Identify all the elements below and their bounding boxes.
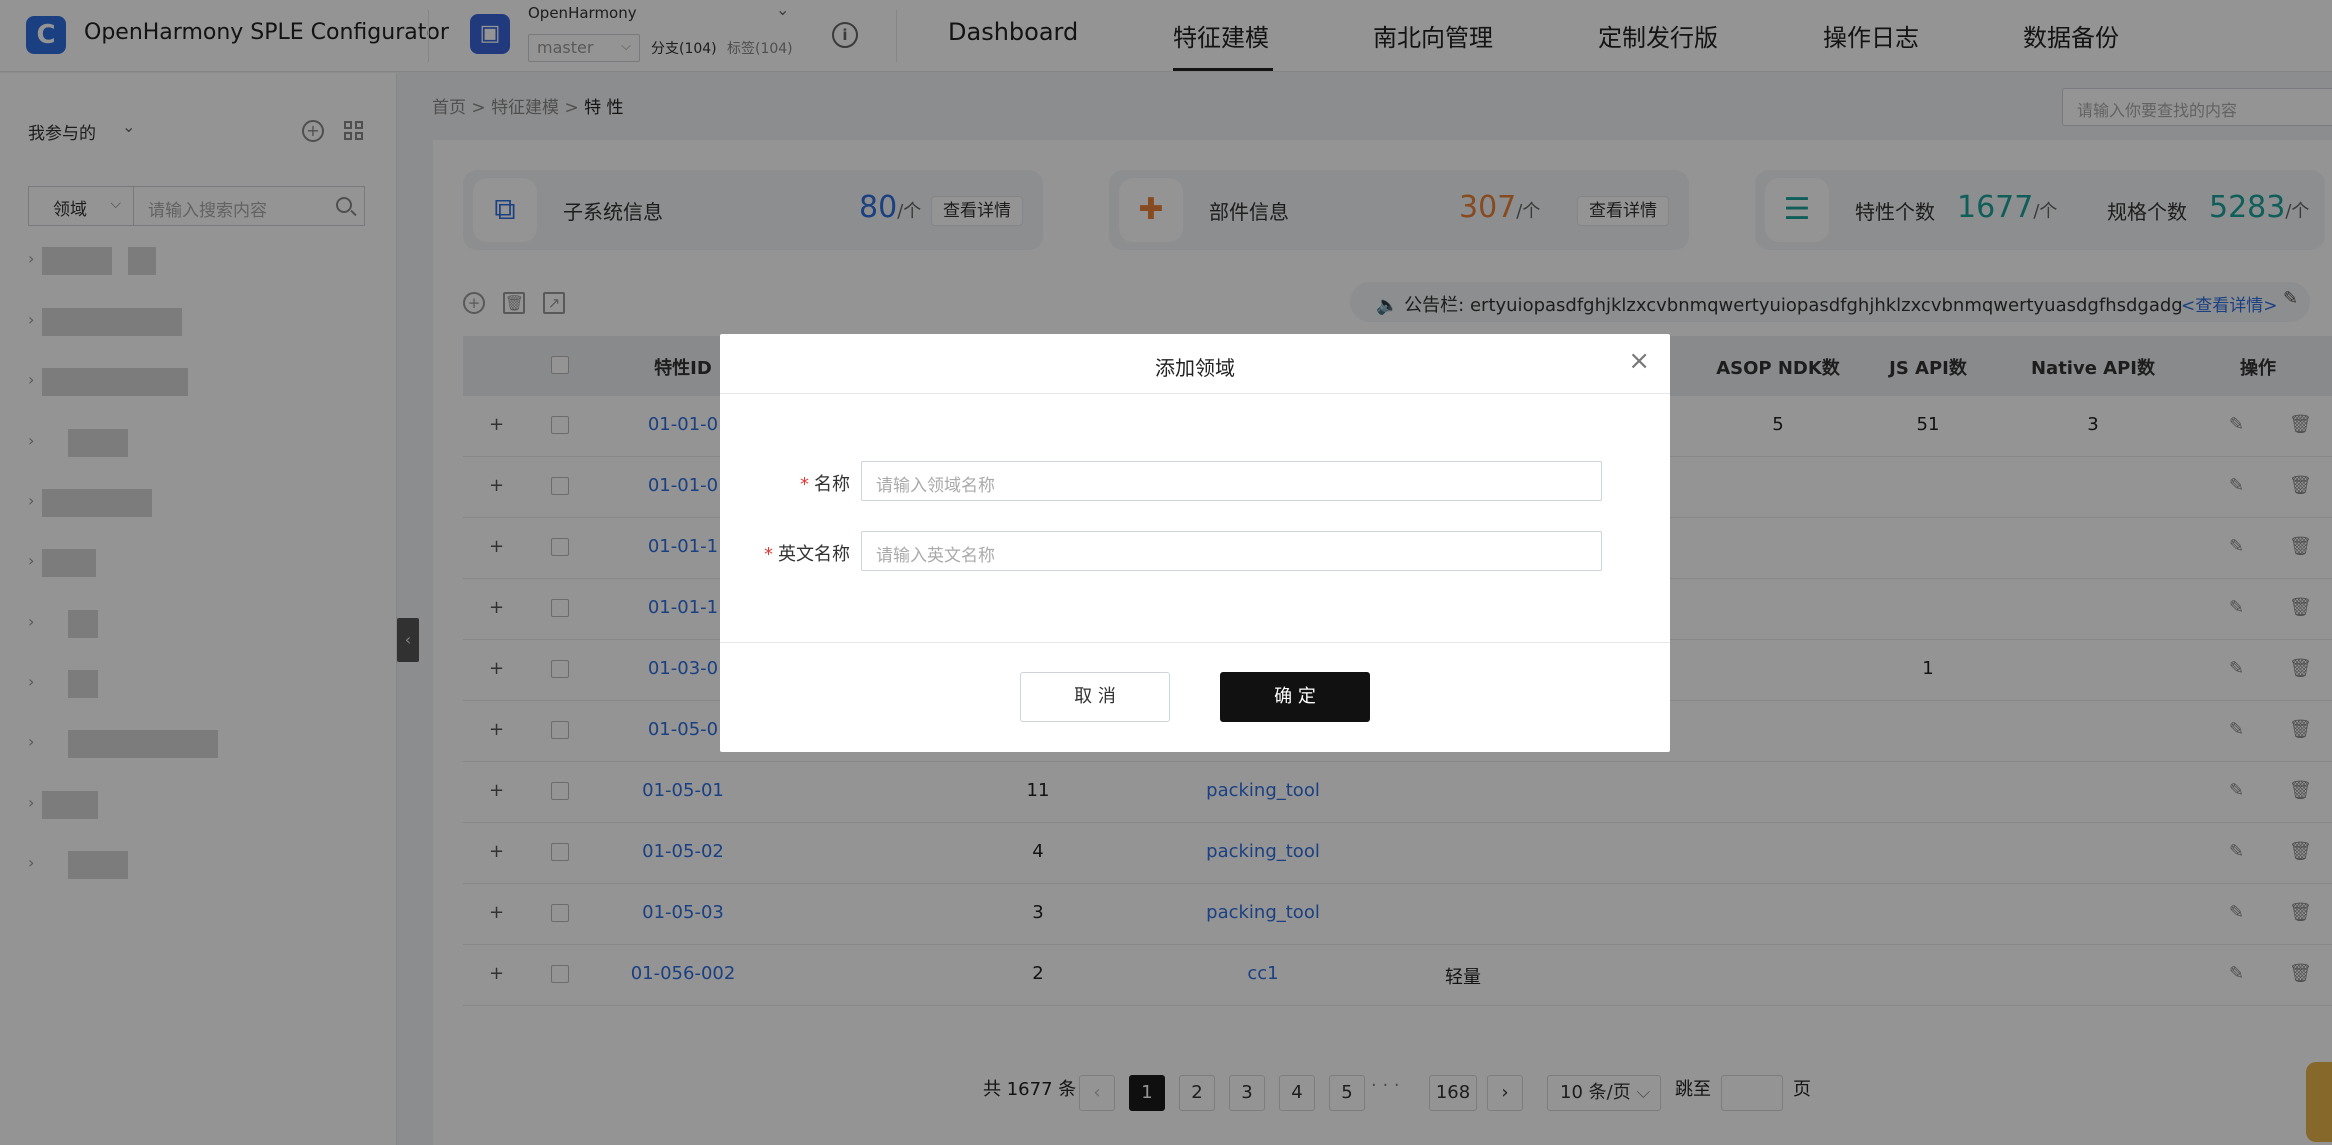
confirm-button[interactable]: 确 定 <box>1220 672 1370 722</box>
required-marker: * <box>800 474 809 495</box>
domain-name-input[interactable]: 请输入领域名称 <box>861 461 1602 501</box>
divider <box>720 642 1670 643</box>
cancel-button[interactable]: 取 消 <box>1020 672 1170 722</box>
name-placeholder: 请输入领域名称 <box>876 476 995 496</box>
english-name-input[interactable]: 请输入英文名称 <box>861 531 1602 571</box>
english-name-placeholder: 请输入英文名称 <box>876 546 995 566</box>
name-label: * 名称 <box>800 474 850 495</box>
close-icon[interactable]: × <box>1628 346 1650 376</box>
dialog-title: 添加领域 <box>1155 356 1235 380</box>
english-name-label: * 英文名称 <box>764 544 850 565</box>
divider <box>720 393 1670 394</box>
required-marker: * <box>764 544 773 565</box>
add-domain-dialog: 添加领域 × * 名称 请输入领域名称 * 英文名称 请输入英文名称 取 消 确 定 <box>720 334 1670 752</box>
